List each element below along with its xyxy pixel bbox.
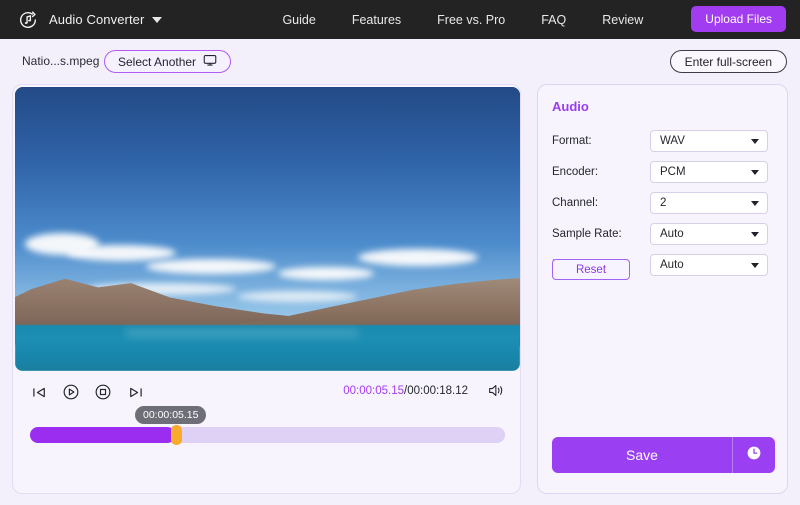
sample-rate-value: Auto [660,228,684,240]
music-note-circle-icon [17,9,39,31]
brand-group[interactable]: Audio Converter [17,9,163,31]
monitor-icon [203,54,217,70]
reset-button[interactable]: Reset [552,259,630,280]
time-readout: 00:00:05.15/00:00:18.12 [343,385,468,397]
encoder-value: PCM [660,166,686,178]
chevron-down-icon [751,201,759,206]
audio-settings-panel: Audio Format: WAV Encoder: PCM Channel: … [537,84,788,494]
encoder-select[interactable]: PCM [650,161,768,183]
video-player-panel: 00:00:05.15/00:00:18.12 00:00:05.15 [12,84,521,494]
save-button-group: Save [552,437,775,473]
sample-rate-select[interactable]: Auto [650,223,768,245]
format-select[interactable]: WAV [650,130,768,152]
sample-rate-label: Sample Rate: [552,228,622,240]
save-button[interactable]: Save [552,437,732,473]
cloud-shape [277,267,374,280]
channel-select[interactable]: 2 [650,192,768,214]
cloud-shape [65,245,176,261]
brand-title: Audio Converter [49,12,145,27]
stop-circle-icon[interactable] [93,382,113,402]
nav-link-faq[interactable]: FAQ [541,13,566,27]
play-circle-icon[interactable] [61,382,81,402]
water-highlight [126,329,359,337]
video-canvas[interactable] [15,87,520,371]
chevron-down-icon [751,139,759,144]
select-another-button[interactable]: Select Another [104,50,232,73]
nav-link-review[interactable]: Review [602,13,643,27]
format-value: WAV [660,135,685,147]
nav-link-free-vs-pro[interactable]: Free vs. Pro [437,13,505,27]
step-backward-icon[interactable] [29,382,49,402]
seek-progress-fill [30,427,175,443]
enter-fullscreen-button[interactable]: Enter full-screen [669,50,787,73]
nav-links: Guide Features Free vs. Pro FAQ Review [282,13,643,27]
setting-row-format: Format: WAV [552,129,775,153]
nav-link-features[interactable]: Features [352,13,401,27]
speaker-icon[interactable] [488,383,506,403]
top-navbar: Audio Converter Guide Features Free vs. … [0,0,800,39]
seek-tooltip: 00:00:05.15 [135,406,207,424]
cloud-shape [237,291,358,302]
chevron-down-icon [751,263,759,268]
step-forward-icon[interactable] [125,382,145,402]
clock-icon [746,445,762,466]
current-time-label: 00:00:05.15 [343,385,405,397]
nav-link-guide[interactable]: Guide [282,13,315,27]
upload-files-button[interactable]: Upload Files [691,6,786,32]
seek-bar[interactable] [30,425,505,445]
cloud-shape [146,259,277,274]
total-time-label: 00:00:18.12 [407,385,468,397]
seek-handle[interactable] [170,425,182,445]
bitrate-value: Auto [660,259,684,271]
chevron-down-icon [751,170,759,175]
format-label: Format: [552,135,592,147]
setting-row-channel: Channel: 2 [552,191,775,215]
transport-controls [29,382,145,402]
chevron-down-icon[interactable] [152,16,163,23]
setting-row-sample-rate: Sample Rate: Auto [552,222,775,246]
bitrate-select[interactable]: Auto [650,254,768,276]
save-history-button[interactable] [733,437,775,473]
channel-value: 2 [660,197,667,209]
cloud-shape [358,249,479,266]
file-name-label: Natio...s.mpeg [22,54,100,68]
encoder-label: Encoder: [552,166,599,178]
settings-section-title: Audio [552,99,589,114]
setting-row-encoder: Encoder: PCM [552,160,775,184]
channel-label: Channel: [552,197,599,209]
select-another-label: Select Another [118,54,197,69]
chevron-down-icon [751,232,759,237]
